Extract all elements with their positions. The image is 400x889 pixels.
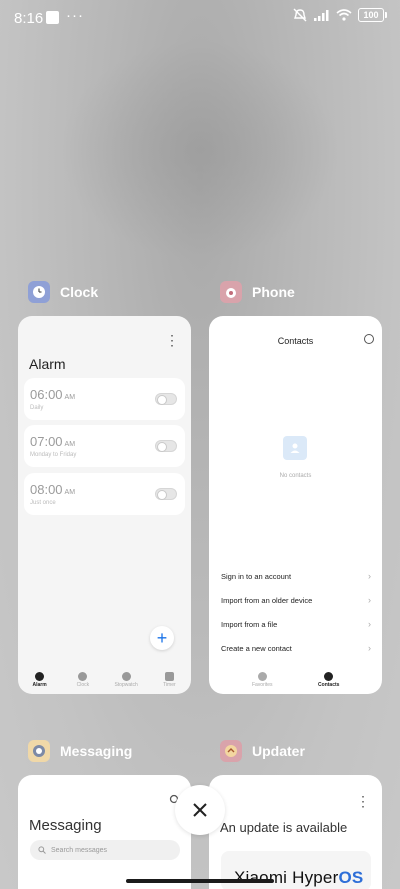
alarm-icon: [35, 672, 45, 681]
alarm-ampm: AM: [64, 489, 76, 496]
phone-app-name: Phone: [252, 284, 295, 300]
clock-icon: [78, 672, 88, 681]
status-time: 8:16: [14, 10, 44, 27]
nav-label: Timer: [163, 682, 176, 688]
add-alarm-icon: +: [150, 626, 174, 650]
phone-app-icon: [220, 281, 242, 303]
hourglass-icon: [164, 672, 174, 681]
menu-item-label: Create a new contact: [221, 644, 292, 653]
notification-icon: [46, 11, 59, 24]
close-icon: [193, 803, 207, 817]
wifi-icon: [336, 9, 352, 21]
updater-app-icon: [220, 740, 242, 762]
more-options-icon: ⋮: [356, 793, 370, 809]
nav-label: Clock: [76, 682, 90, 688]
contacts-screen-title: Contacts: [277, 336, 314, 346]
chevron-right-icon: ›: [368, 595, 371, 605]
menu-item: Create a new contact ›: [221, 643, 371, 653]
empty-state-text: No contacts: [279, 473, 312, 479]
status-icons: 100: [292, 8, 387, 22]
app-label-messaging[interactable]: Messaging: [28, 740, 132, 762]
messaging-app-card[interactable]: Messaging Search messages: [18, 775, 191, 889]
clock-bottom-nav: Alarm Clock Stopwatch Timer: [18, 666, 191, 694]
search-messages-field: Search messages: [30, 840, 180, 860]
app-label-updater[interactable]: Updater: [220, 740, 305, 762]
hyperos-logo: Xiaomi HyperOS: [234, 868, 363, 888]
alarm-ampm: AM: [64, 394, 76, 401]
messaging-app-icon: [28, 740, 50, 762]
alarm-screen-title: Alarm: [29, 356, 66, 372]
more-notifications-icon: ···: [66, 7, 84, 24]
clock-app-card[interactable]: ⋮ Alarm 06:00 AM Daily 07:00 AM Monday to …: [18, 316, 191, 694]
alarm-toggle: [155, 488, 177, 500]
stopwatch-icon: [121, 672, 131, 681]
brand-accent: OS: [338, 868, 364, 887]
nav-contacts: Contacts: [311, 666, 347, 694]
search-icon: [38, 846, 46, 854]
alarm-toggle: [155, 440, 177, 452]
clock-app-name: Clock: [60, 284, 99, 300]
menu-item: Import from a file ›: [221, 619, 371, 629]
gear-icon: [364, 334, 374, 344]
nav-label: Favorites: [251, 682, 273, 688]
more-options-icon: ⋮: [165, 332, 179, 348]
app-label-phone[interactable]: Phone: [220, 281, 295, 303]
messaging-screen-title: Messaging: [29, 817, 102, 834]
search-placeholder: Search messages: [51, 846, 108, 854]
phone-icon: [257, 672, 267, 681]
nav-stopwatch: Stopwatch: [108, 666, 144, 694]
person-icon: [324, 672, 334, 681]
alarm-row: 06:00 AM Daily: [24, 378, 185, 420]
nav-label: Stopwatch: [114, 682, 138, 688]
alarm-row: 08:00 AM Just once: [24, 473, 185, 515]
messaging-app-name: Messaging: [60, 743, 133, 759]
chevron-right-icon: ›: [368, 643, 371, 653]
nav-label: Alarm: [32, 682, 47, 688]
contact-placeholder-icon: [283, 436, 307, 460]
updater-screen-title: An update is available: [220, 820, 348, 835]
menu-item: Sign in to an account ›: [221, 571, 371, 581]
chevron-right-icon: ›: [368, 571, 371, 581]
alarm-repeat: Daily: [30, 405, 44, 411]
updater-app-name: Updater: [252, 743, 305, 759]
app-label-clock[interactable]: Clock: [28, 281, 98, 303]
alarm-row: 07:00 AM Monday to Friday: [24, 425, 185, 467]
nav-label: Contacts: [318, 682, 340, 688]
battery-level: 100: [363, 10, 379, 20]
menu-item-label: Sign in to an account: [221, 572, 292, 581]
alarm-repeat: Just once: [30, 500, 56, 506]
wallpaper-blur: [60, 40, 340, 260]
alarm-time: 06:00: [30, 387, 63, 402]
alarm-time: 07:00: [30, 434, 63, 449]
alarm-ampm: AM: [64, 441, 76, 448]
nav-timer: Timer: [151, 666, 187, 694]
signal-icon: [314, 10, 329, 21]
phone-app-card[interactable]: Contacts No contacts Sign in to an accou…: [209, 316, 382, 694]
clear-all-button[interactable]: [175, 785, 225, 835]
nav-favorites: Favorites: [244, 666, 280, 694]
alarm-time: 08:00: [30, 482, 63, 497]
chevron-right-icon: ›: [368, 619, 371, 629]
phone-bottom-nav: Favorites Contacts: [209, 666, 382, 694]
mute-icon: [293, 8, 307, 22]
menu-item-label: Import from a file: [221, 620, 278, 629]
battery-icon: 100: [358, 8, 387, 22]
alarm-repeat: Monday to Friday: [30, 452, 77, 458]
nav-alarm: Alarm: [22, 666, 58, 694]
nav-clock: Clock: [65, 666, 101, 694]
menu-item-label: Import from an older device: [221, 596, 313, 605]
status-bar: 8:16 ··· 100: [0, 0, 400, 36]
alarm-toggle: [155, 393, 177, 405]
home-indicator[interactable]: [126, 879, 274, 883]
menu-item: Import from an older device ›: [221, 595, 371, 605]
brand-text: Xiaomi Hyper: [234, 868, 339, 887]
clock-app-icon: [28, 281, 50, 303]
